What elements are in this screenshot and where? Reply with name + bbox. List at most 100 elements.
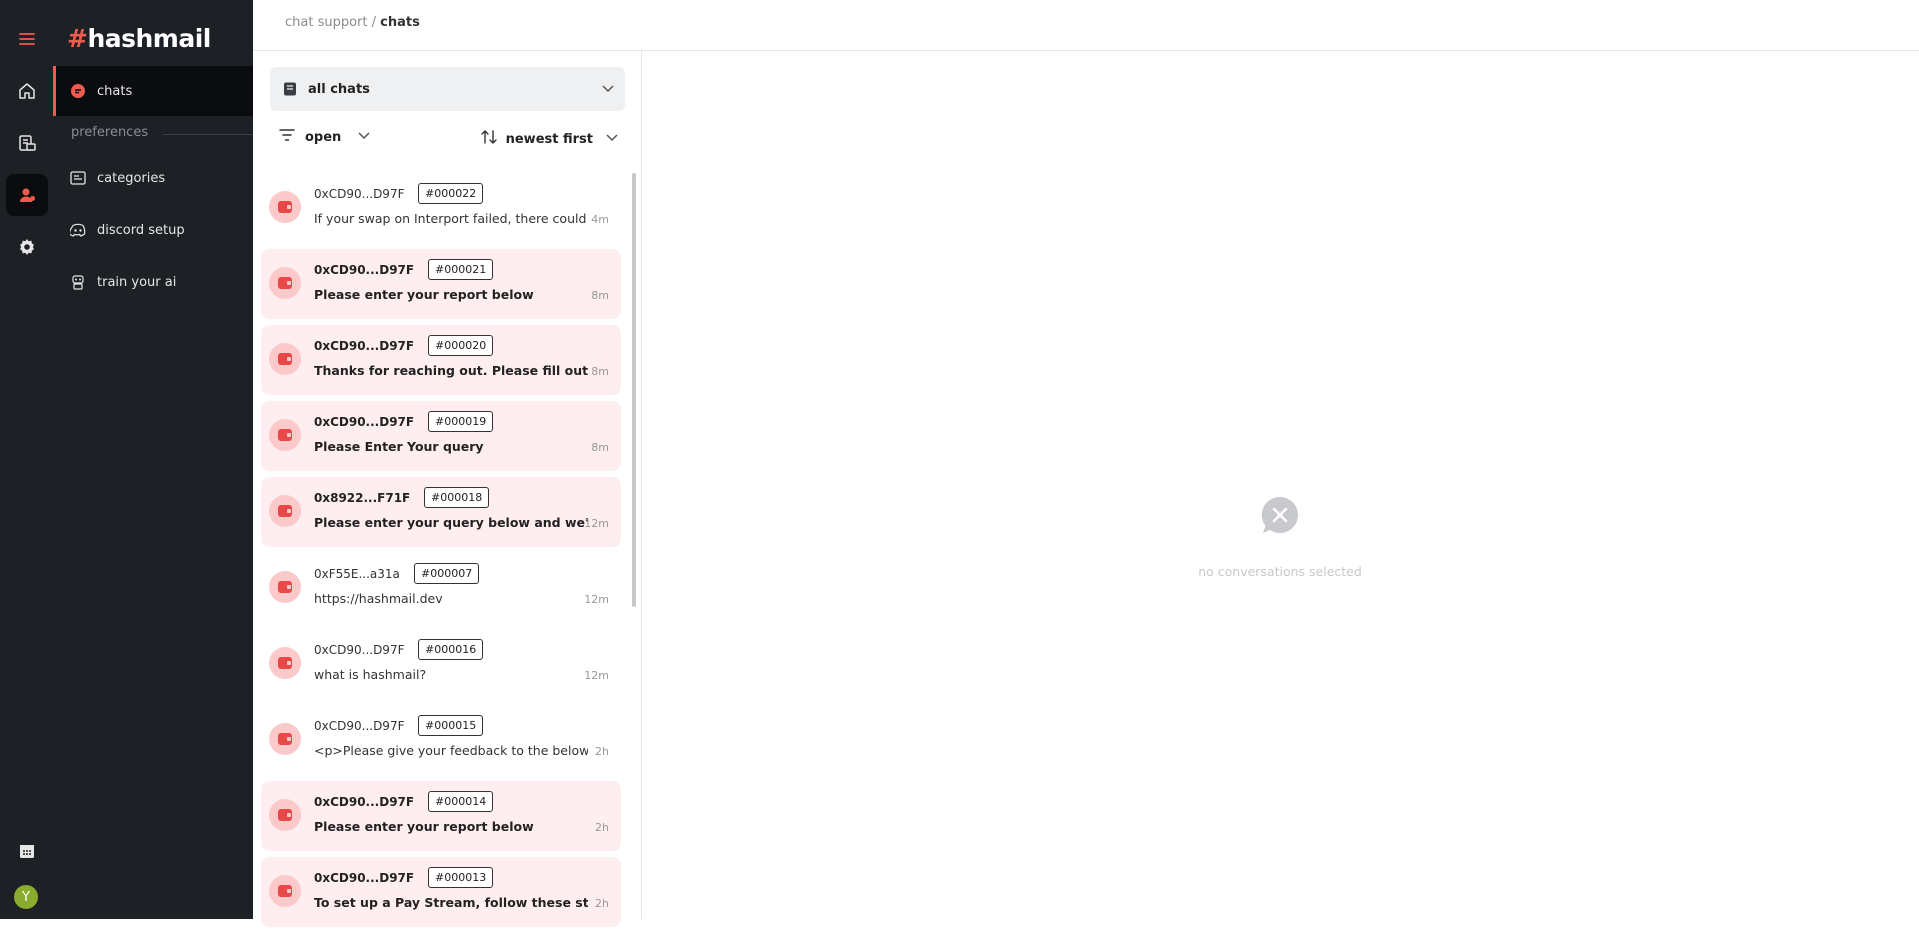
chat-ticket-id: #000020 (428, 335, 494, 356)
chat-ticket-id: #000019 (428, 411, 494, 432)
sidebar-item-categories[interactable]: categories (53, 153, 253, 203)
chat-list-item[interactable]: 0xCD90...D97F #000014 Please enter your re… (261, 781, 621, 851)
chat-timestamp: 2h (595, 745, 609, 758)
chat-wallet-address: 0xF55E...a31a (314, 567, 400, 581)
wallet-icon (269, 343, 301, 375)
wallet-icon (269, 267, 301, 299)
wallet-icon (269, 647, 301, 679)
menu-icon[interactable] (6, 18, 48, 60)
categories-icon (69, 169, 87, 187)
chat-message-preview: Please enter your query below and we'll … (314, 515, 588, 530)
chat-wallet-address: 0xCD90...D97F (314, 339, 415, 353)
chat-timestamp: 8m (591, 289, 609, 302)
wallet-icon (269, 723, 301, 755)
sort-value: newest first (505, 131, 593, 147)
breadcrumb-current: chats (380, 15, 420, 30)
chat-ticket-id: #000013 (428, 867, 494, 888)
chevron-down-icon (601, 81, 615, 99)
inbox-icon (282, 81, 298, 97)
discord-icon (69, 221, 87, 239)
chevron-down-icon (605, 130, 619, 148)
chat-ticket-id: #000021 (428, 259, 494, 280)
preferences-section-label: preferences (71, 125, 149, 140)
chat-timestamp: 8m (591, 441, 609, 454)
chat-list-item[interactable]: 0xF55E...a31a #000007 https://hashmail.dev… (261, 553, 621, 623)
chevron-down-icon (357, 128, 371, 146)
sidebar-nav: #hashmail chats preferences categories d… (53, 0, 253, 919)
chat-list-panel: all chats open newest first 0xCD90...D97… (253, 51, 642, 927)
breadcrumb-parent[interactable]: chat support (285, 15, 368, 30)
chat-list-item[interactable]: 0xCD90...D97F #000022 If your swap on Inte… (261, 173, 621, 243)
sidebar-item-chats[interactable]: chats (53, 66, 253, 116)
chat-closed-icon (1260, 495, 1300, 535)
chat-ticket-id: #000014 (428, 791, 494, 812)
breadcrumb: chat support / chats (285, 15, 420, 30)
sidebar-item-label: train your ai (97, 274, 177, 290)
status-filter-dropdown[interactable]: open (279, 128, 371, 146)
chat-filter-select[interactable]: all chats (270, 67, 625, 111)
chat-wallet-address: 0xCD90...D97F (314, 643, 405, 657)
avatar[interactable]: Y (14, 885, 38, 909)
chat-message-preview: <p>Please give your feedback to the belo… (314, 743, 588, 758)
wallet-icon (269, 419, 301, 451)
chat-bubble-icon (69, 82, 87, 100)
wallet-icon (269, 571, 301, 603)
chat-wallet-address: 0xCD90...D97F (314, 871, 415, 885)
chat-timestamp: 12m (584, 669, 609, 682)
chat-timestamp: 4m (591, 213, 609, 226)
empty-state-text: no conversations selected (1198, 564, 1362, 579)
filter-icon (279, 128, 295, 146)
chat-list: 0xCD90...D97F #000022 If your swap on Inte… (261, 173, 623, 933)
chat-filter-value: all chats (308, 81, 370, 97)
chat-timestamp: 8m (591, 365, 609, 378)
chat-message-preview: Please enter your report below (314, 819, 534, 834)
chat-wallet-address: 0x8922...F71F (314, 491, 411, 505)
chat-list-item[interactable]: 0xCD90...D97F #000013 To set up a Pay Stre… (261, 857, 621, 927)
chat-ticket-id: #000007 (414, 563, 480, 584)
chat-timestamp: 12m (584, 517, 609, 530)
support-agent-icon[interactable] (6, 174, 48, 216)
wallet-icon (269, 875, 301, 907)
chat-message-preview: Please Enter Your query (314, 439, 484, 454)
chat-ticket-id: #000018 (424, 487, 490, 508)
chat-list-item[interactable]: 0xCD90...D97F #000021 Please enter your re… (261, 249, 621, 319)
wallet-icon (269, 495, 301, 527)
chat-message-preview: Thanks for reaching out. Please fill out… (314, 363, 588, 378)
chat-message-preview: Please enter your report below (314, 287, 534, 302)
hashmail-logo[interactable]: #hashmail (67, 24, 211, 53)
sidebar-item-label: discord setup (97, 222, 185, 238)
chat-list-item[interactable]: 0xCD90...D97F #000016 what is hashmail? 12m (261, 629, 621, 699)
sort-dropdown[interactable]: newest first (480, 128, 619, 150)
chat-timestamp: 2h (595, 897, 609, 910)
sidebar-item-train-your-ai[interactable]: train your ai (53, 257, 253, 307)
breadcrumb-separator: / (367, 15, 381, 30)
status-filter-value: open (305, 129, 342, 145)
sidebar-item-discord-setup[interactable]: discord setup (53, 205, 253, 255)
chat-wallet-address: 0xCD90...D97F (314, 795, 415, 809)
chat-wallet-address: 0xCD90...D97F (314, 187, 405, 201)
chat-ticket-id: #000015 (418, 715, 484, 736)
calendar-icon[interactable] (6, 830, 48, 872)
chat-ticket-id: #000016 (418, 639, 484, 660)
chat-ticket-id: #000022 (418, 183, 484, 204)
wallet-icon (269, 191, 301, 223)
chat-message-preview: what is hashmail? (314, 667, 427, 682)
chat-list-item[interactable]: 0xCD90...D97F #000020 Thanks for reaching … (261, 325, 621, 395)
sort-icon (480, 128, 498, 150)
chat-message-preview: If your swap on Interport failed, there … (314, 211, 588, 226)
chat-wallet-address: 0xCD90...D97F (314, 263, 415, 277)
robot-icon (69, 273, 87, 291)
sidebar-item-label: chats (97, 83, 133, 99)
chat-message-preview: To set up a Pay Stream, follow these ste… (314, 895, 588, 910)
chat-list-scrollbar[interactable] (632, 173, 636, 607)
chat-message-preview: https://hashmail.dev (314, 591, 443, 606)
chat-timestamp: 2h (595, 821, 609, 834)
chat-timestamp: 12m (584, 593, 609, 606)
mail-list-icon[interactable] (6, 122, 48, 164)
chat-list-item[interactable]: 0xCD90...D97F #000015 <p>Please give your … (261, 705, 621, 775)
chat-list-item[interactable]: 0x8922...F71F #000018 Please enter your qu… (261, 477, 621, 547)
gear-icon[interactable] (6, 226, 48, 268)
icon-rail: Y (0, 0, 53, 919)
chat-list-item[interactable]: 0xCD90...D97F #000019 Please Enter Your qu… (261, 401, 621, 471)
home-icon[interactable] (6, 70, 48, 112)
